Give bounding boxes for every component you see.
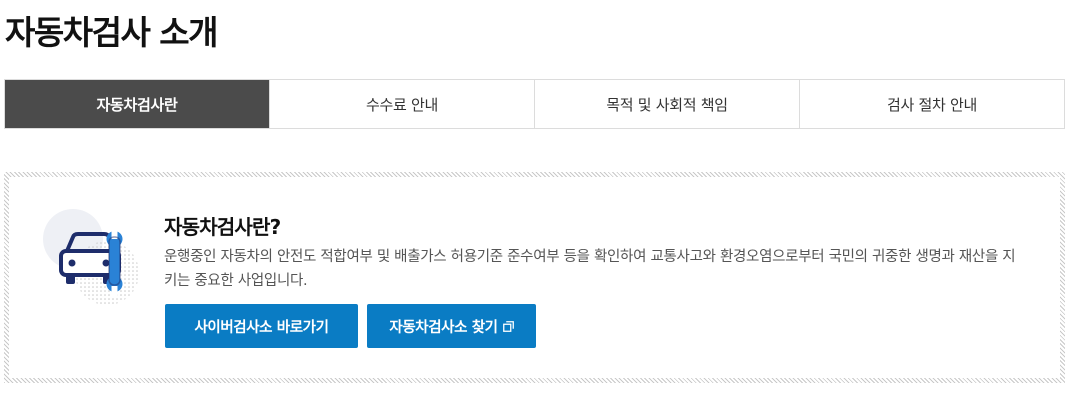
cyber-inspection-button[interactable]: 사이버검사소 바로가기 [165, 304, 358, 348]
tab-bar: 자동차검사란 수수료 안내 목적 및 사회적 책임 검사 절차 안내 [4, 79, 1065, 129]
tab-fee-guide[interactable]: 수수료 안내 [269, 80, 534, 128]
info-description: 운행중인 자동차의 안전도 적합여부 및 배출가스 허용기준 준수여부 등을 확… [164, 249, 1016, 289]
car-wrench-icon [43, 209, 143, 309]
page-title: 자동차검사 소개 [5, 13, 219, 52]
find-inspection-station-button[interactable]: 자동차검사소 찾기 [367, 304, 536, 348]
external-link-icon [502, 320, 514, 332]
info-box: 자동차검사란? 운행중인 자동차의 안전도 적합여부 및 배출가스 허용기준 준… [4, 172, 1065, 383]
find-inspection-station-button-label: 자동차검사소 찾기 [389, 319, 498, 336]
tab-purpose-responsibility[interactable]: 목적 및 사회적 책임 [534, 80, 799, 128]
info-box-inner: 자동차검사란? 운행중인 자동차의 안전도 적합여부 및 배출가스 허용기준 준… [9, 177, 1060, 378]
info-heading: 자동차검사란? [164, 215, 281, 239]
tab-inspection-intro[interactable]: 자동차검사란 [5, 80, 269, 128]
tab-inspection-procedure[interactable]: 검사 절차 안내 [799, 80, 1064, 128]
cyber-inspection-button-label: 사이버검사소 바로가기 [194, 319, 329, 336]
